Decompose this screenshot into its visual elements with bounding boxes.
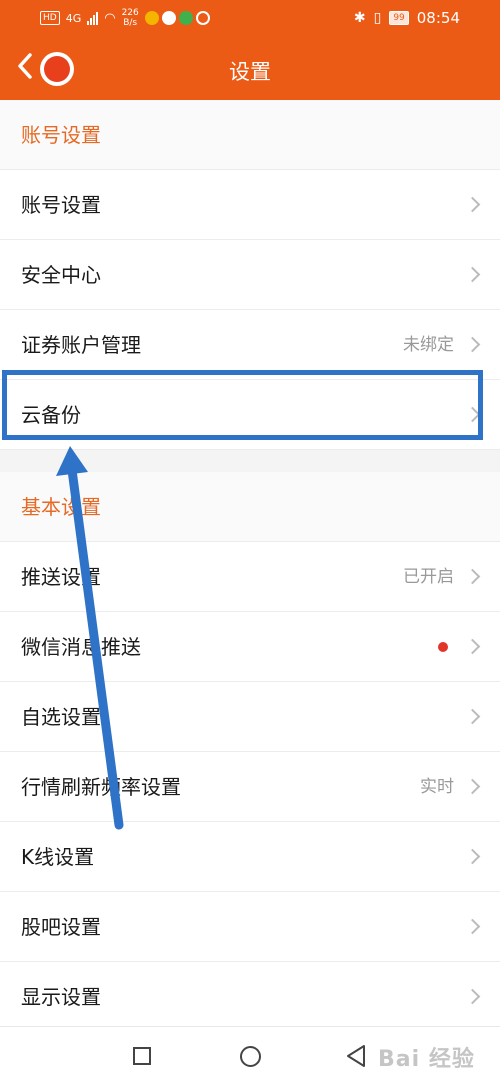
network-speed: 226 B/s: [121, 8, 139, 28]
section-divider: [0, 450, 500, 472]
list-item-label: 微信消息推送: [21, 635, 141, 659]
chevron-right-icon: [464, 336, 481, 353]
network-type: 4G: [65, 11, 82, 25]
list-item-label: 安全中心: [21, 263, 101, 287]
chevron-right-icon: [464, 568, 481, 585]
list-item-value: 实时: [420, 777, 454, 797]
list-item-wechat-push[interactable]: 微信消息推送: [0, 612, 500, 682]
battery-icon: 99: [389, 11, 409, 25]
list-item-value: 已开启: [403, 567, 454, 587]
bluetooth-icon: ✱: [353, 10, 366, 26]
system-nav-bar: Bai 经验: [0, 1026, 500, 1084]
list-item-label: 行情刷新频率设置: [21, 775, 181, 799]
page-title: 设置: [229, 60, 271, 84]
list-item-label: K线设置: [21, 845, 95, 869]
section-header-basic: 基本设置: [0, 472, 500, 542]
chevron-right-icon: [464, 918, 481, 935]
home-button[interactable]: [240, 1046, 261, 1067]
list-item-label: 自选设置: [21, 705, 101, 729]
list-item-push-settings[interactable]: 推送设置 已开启: [0, 542, 500, 612]
notification-icons: [144, 11, 210, 25]
list-item-label: 云备份: [21, 403, 81, 427]
chevron-right-icon: [464, 406, 481, 423]
back-triangle-icon[interactable]: [344, 1044, 368, 1068]
chevron-right-icon: [464, 988, 481, 1005]
list-item-account-settings[interactable]: 账号设置: [0, 170, 500, 240]
watermark: Bai 经验: [378, 1047, 475, 1072]
app-icon: [195, 11, 210, 25]
chevron-right-icon: [464, 196, 481, 213]
list-item-cloud-backup[interactable]: 云备份: [0, 380, 500, 450]
chevron-right-icon: [464, 266, 481, 283]
status-bar: HD 4G ◠ 226 B/s ✱ ▯ 99 08:54: [0, 0, 500, 38]
chevron-right-icon: [464, 848, 481, 865]
list-item-label: 证券账户管理: [21, 333, 141, 357]
app-icon: [161, 11, 176, 25]
list-item-kline-settings[interactable]: K线设置: [0, 822, 500, 892]
list-item-watchlist-settings[interactable]: 自选设置: [0, 682, 500, 752]
chevron-right-icon: [464, 778, 481, 795]
chevron-right-icon: [464, 638, 481, 655]
clock: 08:54: [416, 9, 460, 27]
list-item-label: 账号设置: [21, 193, 101, 217]
signal-icon: [87, 11, 99, 25]
status-left: HD 4G ◠ 226 B/s: [40, 8, 210, 28]
app-icon: [144, 11, 159, 25]
hd-badge: HD: [40, 11, 60, 25]
recent-apps-button[interactable]: [133, 1047, 151, 1065]
list-item-label: 推送设置: [21, 565, 101, 589]
section-header-account: 账号设置: [0, 100, 500, 170]
list-item-label: 显示设置: [21, 985, 101, 1009]
list-item-security-center[interactable]: 安全中心: [0, 240, 500, 310]
list-item-securities-account[interactable]: 证券账户管理 未绑定: [0, 310, 500, 380]
list-item-refresh-rate[interactable]: 行情刷新频率设置 实时: [0, 752, 500, 822]
wifi-icon: ◠: [104, 10, 116, 26]
list-item-display-settings[interactable]: 显示设置: [0, 962, 500, 1032]
status-right: ✱ ▯ 99 08:54: [354, 9, 460, 27]
settings-list: 账号设置 账号设置 安全中心 证券账户管理 未绑定 云备份 基本设置 推送设置 …: [0, 100, 500, 1032]
nav-bar: 设置: [0, 38, 500, 100]
list-item-label: 股吧设置: [21, 915, 101, 939]
list-item-forum-settings[interactable]: 股吧设置: [0, 892, 500, 962]
notification-badge: [438, 642, 448, 652]
app-icon: [178, 11, 193, 25]
chevron-right-icon: [464, 708, 481, 725]
list-item-value: 未绑定: [403, 335, 454, 355]
vibrate-icon: ▯: [373, 10, 382, 26]
